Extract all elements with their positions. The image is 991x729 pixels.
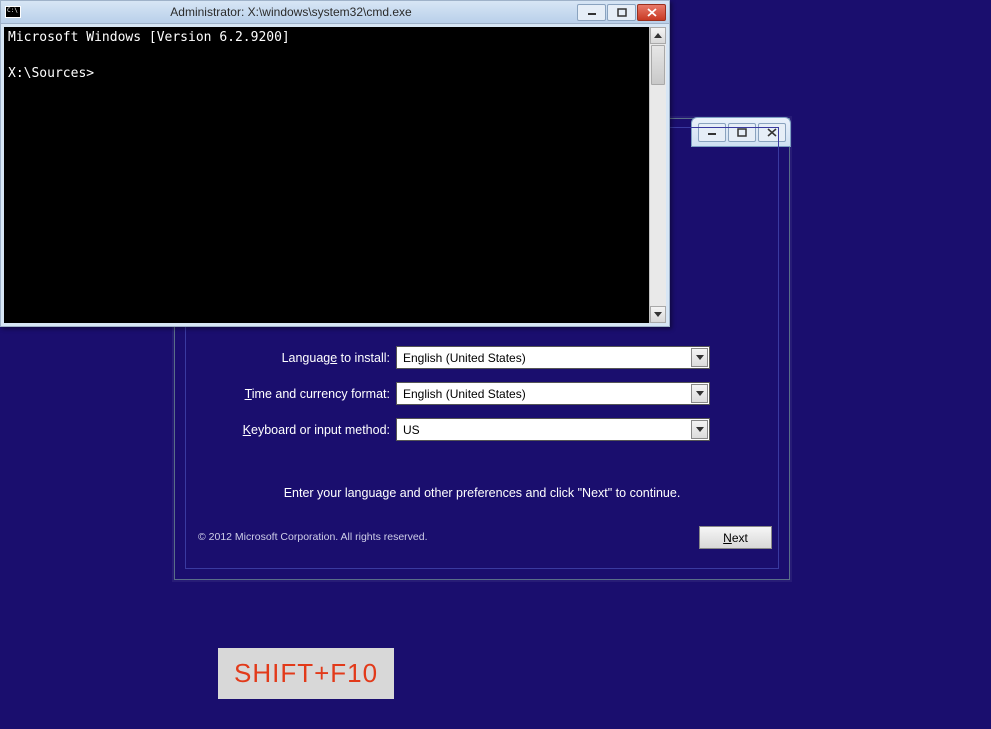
timefmt-select[interactable]: English (United States) [396, 382, 710, 405]
cmd-icon [5, 6, 21, 18]
chevron-down-icon [691, 348, 708, 367]
cmd-output[interactable]: Microsoft Windows [Version 6.2.9200] X:\… [4, 27, 649, 323]
cmd-title: Administrator: X:\windows\system32\cmd.e… [170, 5, 411, 19]
language-label: Language to install: [186, 351, 396, 365]
close-button[interactable] [637, 4, 666, 21]
scroll-up-button[interactable] [650, 27, 666, 44]
cmd-window: Administrator: X:\windows\system32\cmd.e… [0, 0, 670, 327]
keyboard-label: Keyboard or input method: [186, 423, 396, 437]
language-select[interactable]: English (United States) [396, 346, 710, 369]
chevron-down-icon [691, 384, 708, 403]
keyboard-select[interactable]: US [396, 418, 710, 441]
annotation-shortcut: SHIFT+F10 [218, 648, 394, 699]
scroll-thumb[interactable] [651, 45, 665, 85]
cmd-client[interactable]: Microsoft Windows [Version 6.2.9200] X:\… [1, 24, 669, 326]
copyright-text: © 2012 Microsoft Corporation. All rights… [198, 531, 428, 543]
scroll-down-button[interactable] [650, 306, 666, 323]
timefmt-select-value: English (United States) [403, 387, 526, 401]
timefmt-label: Time and currency format: [186, 387, 396, 401]
keyboard-select-value: US [403, 423, 420, 437]
cmd-titlebar[interactable]: Administrator: X:\windows\system32\cmd.e… [1, 1, 669, 24]
language-select-value: English (United States) [403, 351, 526, 365]
setup-instruction: Enter your language and other preference… [186, 486, 778, 500]
maximize-button[interactable] [607, 4, 636, 21]
chevron-down-icon [691, 420, 708, 439]
next-button[interactable]: Next [699, 526, 772, 549]
minimize-button[interactable] [577, 4, 606, 21]
scrollbar[interactable] [649, 27, 666, 323]
